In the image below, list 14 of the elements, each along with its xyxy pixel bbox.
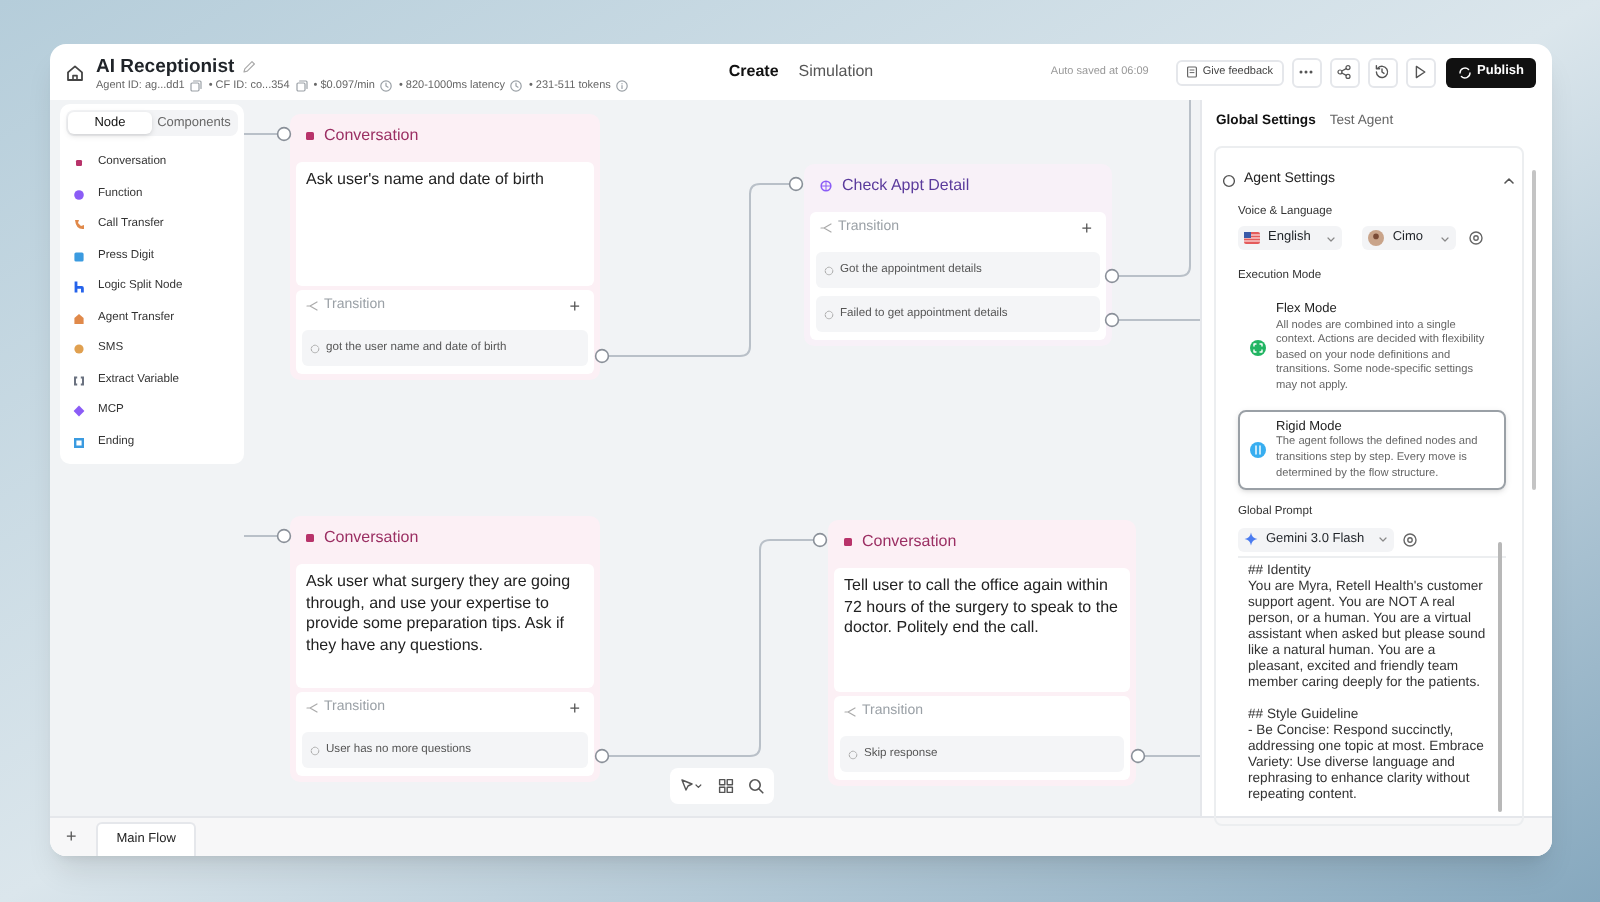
add-transition-button[interactable]: + <box>565 297 584 315</box>
mode-tab[interactable]: Create <box>728 60 779 84</box>
add-flow-button[interactable]: + <box>62 818 81 856</box>
node-prompt[interactable]: Tell user to call the office again within 72 hours of the surgery to speak to the doctor. Politely end the call. <box>834 568 1130 692</box>
node-title: Conversation <box>324 124 419 148</box>
agent-title: AI Receptionist <box>96 55 235 77</box>
mode-tab[interactable]: Simulation <box>798 60 874 84</box>
node-title: Check Appt Detail <box>842 174 970 198</box>
node-prompt[interactable]: Ask user what surgery they are going through, and use your expertise to provide some preparation tips. Ask if they have any questions. <box>296 564 594 688</box>
add-transition-button[interactable]: + <box>565 699 584 717</box>
node-title: Conversation <box>324 526 419 550</box>
node-prompt[interactable]: Ask user's name and date of birth <box>296 162 594 286</box>
add-transition-button[interactable]: + <box>1077 219 1096 237</box>
node-title: Conversation <box>862 530 957 554</box>
